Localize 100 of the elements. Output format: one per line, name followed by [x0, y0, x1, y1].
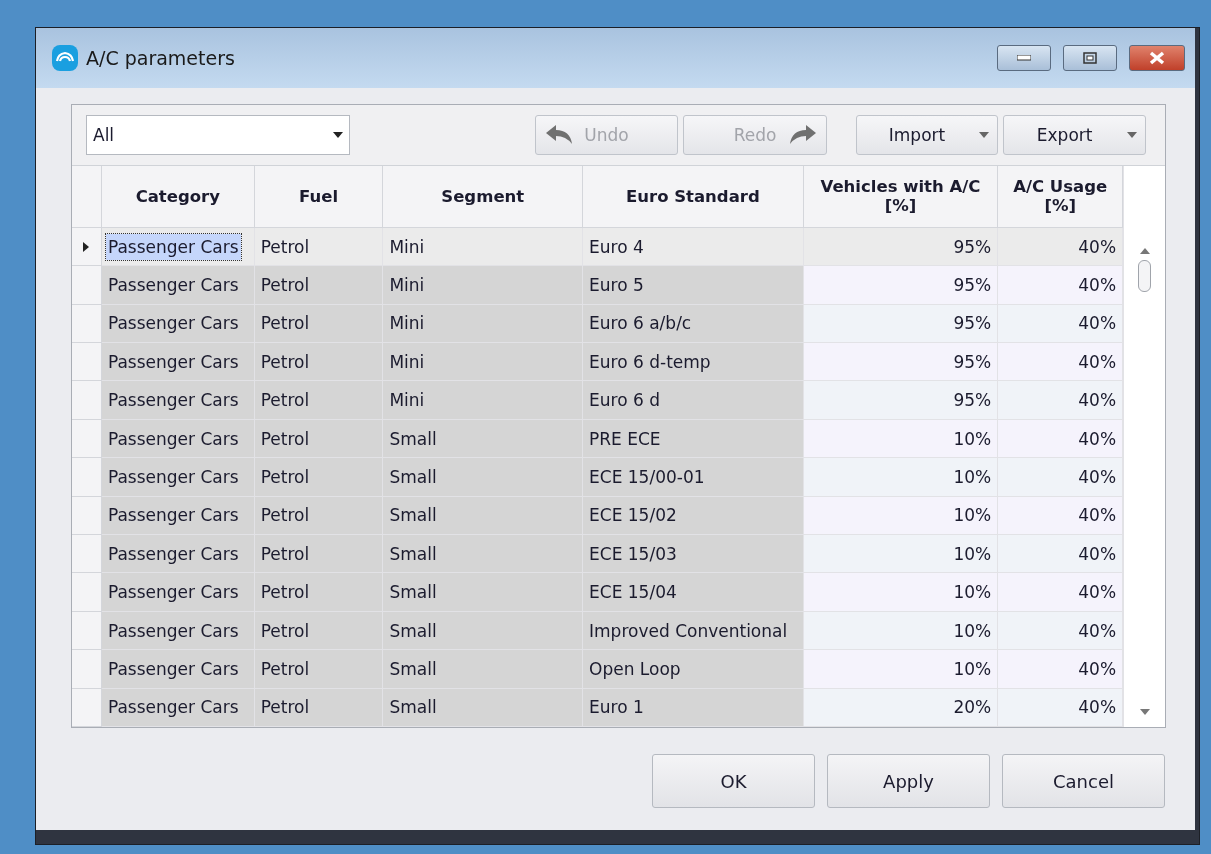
table-cell: Petrol — [254, 381, 384, 420]
table-cell: Petrol — [254, 611, 384, 651]
table-cell: ECE 15/03 — [583, 535, 804, 574]
table-cell: Euro 4 — [583, 227, 804, 267]
table-cell: 40% — [998, 458, 1124, 497]
table-cell: Petrol — [254, 266, 384, 305]
table-cell: 20% — [803, 688, 999, 727]
table-cell: 40% — [998, 227, 1124, 267]
column-header[interactable]: Euro Standard — [583, 166, 804, 228]
table-cell: Passenger Cars — [101, 381, 255, 420]
table-cell: 10% — [803, 535, 999, 574]
table-cell: 40% — [998, 343, 1124, 382]
maximize-icon — [1083, 52, 1097, 64]
table-cell: 40% — [998, 611, 1124, 651]
table-cell: 10% — [803, 496, 999, 536]
table-cell: Small — [383, 688, 584, 727]
row-indicator-icon — [83, 241, 90, 252]
table-cell: Small — [383, 573, 584, 612]
table-cell: Euro 5 — [583, 266, 804, 305]
table-cell: 10% — [803, 419, 999, 459]
column-header[interactable]: A/C Usage [%] — [998, 166, 1124, 228]
table-cell: Passenger Cars — [101, 535, 255, 574]
table-cell: 40% — [998, 688, 1124, 727]
table-cell: 40% — [998, 573, 1124, 612]
column-header[interactable]: Category — [101, 166, 255, 228]
table-cell: Petrol — [254, 227, 384, 267]
row-header[interactable] — [72, 227, 102, 267]
table-cell: Euro 6 a/b/c — [583, 304, 804, 344]
table-cell: Passenger Cars — [101, 573, 255, 612]
table-cell: 95% — [803, 304, 999, 344]
focused-cell-text: Passenger Cars — [105, 233, 241, 260]
table-cell: ECE 15/04 — [583, 573, 804, 612]
table-cell: 40% — [998, 650, 1124, 689]
table-cell: PRE ECE — [583, 419, 804, 459]
table-cell: Petrol — [254, 458, 384, 497]
table-cell: 40% — [998, 496, 1124, 536]
window-title: A/C parameters — [86, 47, 236, 69]
table-cell: 10% — [803, 573, 999, 612]
table-cell: 40% — [998, 419, 1124, 459]
table-cell: Mini — [383, 343, 584, 382]
table-cell: 95% — [803, 381, 999, 420]
table-cell: Petrol — [254, 688, 384, 727]
maximize-button[interactable] — [1063, 45, 1117, 71]
table-cell: Small — [383, 496, 584, 536]
dialog-button[interactable]: OK — [652, 754, 815, 808]
menu-button[interactable]: Export — [1003, 115, 1146, 155]
menu-button[interactable]: Import — [855, 115, 999, 155]
table-cell: Petrol — [254, 419, 384, 459]
table-cell: 10% — [803, 650, 999, 689]
column-header[interactable]: Segment — [383, 166, 584, 228]
minimize-icon — [1017, 55, 1031, 61]
column-header[interactable]: Fuel — [254, 166, 384, 228]
table-cell: 40% — [998, 266, 1124, 305]
table-cell: Euro 6 d-temp — [583, 343, 804, 382]
table-cell: 40% — [998, 304, 1124, 344]
table-cell: Passenger Cars — [101, 458, 255, 497]
table-cell: Mini — [383, 227, 584, 267]
table-cell: Small — [383, 458, 584, 497]
table-cell: 40% — [998, 381, 1124, 420]
table-cell: Mini — [383, 266, 584, 305]
caret-icon — [979, 132, 990, 138]
table-cell: 95% — [803, 266, 999, 305]
table-cell: Passenger Cars — [101, 650, 255, 689]
table-cell: Small — [383, 611, 584, 651]
table-cell: Petrol — [254, 343, 384, 382]
table-cell: Passenger Cars — [101, 611, 255, 651]
table-cell: Improved Conventional — [583, 611, 804, 651]
table-cell: Mini — [383, 381, 584, 420]
table-cell: Passenger Cars — [101, 343, 255, 382]
scroll-down-icon — [1139, 709, 1150, 715]
table-cell: Small — [383, 650, 584, 689]
table-cell: 10% — [803, 458, 999, 497]
table-cell: Passenger Cars — [101, 266, 255, 305]
table-cell: Petrol — [254, 573, 384, 612]
table-cell: ECE 15/00-01 — [583, 458, 804, 497]
close-button[interactable] — [1129, 45, 1185, 71]
scroll-thumb[interactable] — [1138, 260, 1152, 292]
filter-dropdown[interactable]: All — [86, 115, 350, 155]
redo-arrow-icon — [787, 124, 818, 146]
table-cell: Small — [383, 535, 584, 574]
close-icon — [1148, 51, 1166, 65]
table-cell: Petrol — [254, 650, 384, 689]
table-cell: 95% — [803, 343, 999, 382]
dialog-button[interactable]: Cancel — [1002, 754, 1165, 808]
table-cell: Passenger Cars — [101, 419, 255, 459]
table-cell: Euro 1 — [583, 688, 804, 727]
minimize-button[interactable] — [997, 45, 1051, 71]
table-cell: Mini — [383, 304, 584, 344]
table-cell: Petrol — [254, 496, 384, 536]
table-cell: 95% — [803, 227, 999, 267]
column-header[interactable]: Vehicles with A/C [%] — [803, 166, 999, 228]
table-cell: Passenger Cars — [101, 496, 255, 536]
table-cell: Open Loop — [583, 650, 804, 689]
table-cell: Small — [383, 419, 584, 459]
caret-icon — [332, 132, 343, 138]
table-cell: Petrol — [254, 535, 384, 574]
dialog-button[interactable]: Apply — [827, 754, 990, 808]
caret-icon — [1126, 132, 1137, 138]
table-cell: 40% — [998, 535, 1124, 574]
table-cell: Passenger Cars — [101, 688, 255, 727]
